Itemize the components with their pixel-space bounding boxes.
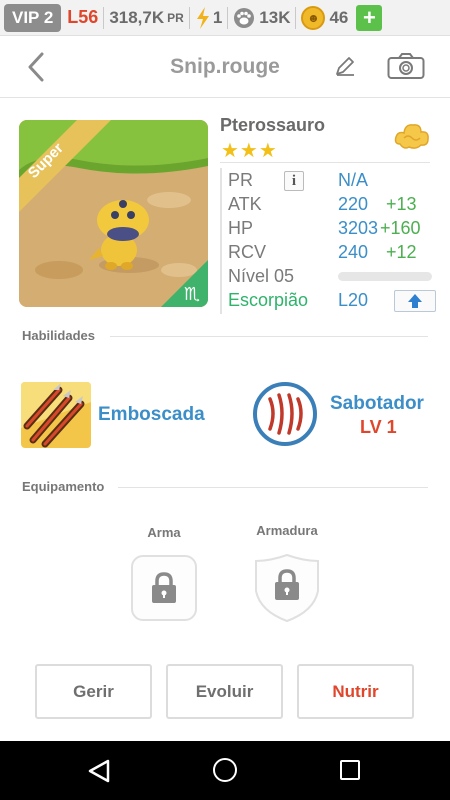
equipment-heading: Equipamento: [22, 479, 105, 494]
lock-icon: [152, 572, 176, 603]
stat-label: RCV: [228, 242, 267, 262]
stat-row-rcv: RCV 240 +12: [228, 242, 434, 266]
claw-ability-icon[interactable]: [252, 381, 318, 447]
star-rating: ★★★: [221, 140, 278, 162]
creature-portrait[interactable]: Super ♏: [19, 120, 208, 307]
pencil-icon[interactable]: [334, 55, 356, 77]
zodiac-badge-icon: ♏: [184, 284, 200, 305]
stat-bonus: +160: [380, 218, 421, 238]
level-row: Nível 05: [228, 266, 434, 290]
cloud-element-icon[interactable]: [394, 120, 430, 154]
nav-home-icon[interactable]: [213, 758, 237, 782]
paw-value: 13K: [259, 7, 291, 27]
nav-recents-icon[interactable]: [340, 760, 360, 780]
page-header: Snip.rouge: [0, 36, 450, 98]
vip-badge[interactable]: VIP 2: [4, 3, 62, 32]
player-level: L56: [67, 7, 99, 27]
stat-bonus: +12: [386, 242, 417, 262]
paw-counter[interactable]: 13K: [233, 7, 290, 29]
divider: [110, 336, 428, 337]
energy-value: 1: [212, 7, 223, 27]
armor-slot[interactable]: [254, 553, 320, 623]
zodiac-label: Escorpião: [228, 290, 309, 310]
stat-row-pr: PR i N/A: [228, 170, 434, 194]
add-currency-button[interactable]: +: [356, 4, 383, 31]
divider: [103, 6, 105, 29]
power-rating-value: 318,7K: [109, 7, 165, 27]
status-bar: VIP 2 L56 318,7K PR 1 13K ☻ 46 +: [0, 0, 450, 36]
stat-value: 220: [338, 194, 369, 214]
system-nav-bar: [0, 741, 450, 800]
weapon-slot[interactable]: [131, 555, 197, 621]
zodiac-level: L20: [338, 290, 369, 310]
level-label: Nível 05: [228, 266, 295, 286]
ability-name[interactable]: Emboscada: [98, 404, 205, 426]
level-progress-bar: [338, 272, 432, 281]
divider: [227, 6, 229, 29]
divider: [188, 6, 190, 29]
camera-icon[interactable]: [387, 52, 425, 80]
nav-back-icon[interactable]: [86, 758, 112, 784]
paw-icon: [234, 7, 255, 28]
stat-value: 240: [338, 242, 369, 262]
abilities-heading: Habilidades: [22, 328, 95, 343]
zodiac-row: Escorpião L20: [228, 290, 436, 314]
stat-row-atk: ATK 220 +13: [228, 194, 434, 218]
feed-button[interactable]: Nutrir: [297, 664, 414, 719]
armor-label: Armadura: [256, 523, 318, 538]
stat-label: ATK: [228, 194, 262, 214]
energy-counter[interactable]: 1: [195, 6, 223, 29]
page-title: Snip.rouge: [170, 55, 280, 78]
divider: [295, 6, 297, 29]
divider: [220, 162, 430, 163]
stat-label: PR: [228, 170, 254, 190]
coin-icon: ☻: [301, 5, 326, 30]
coin-value: 46: [329, 7, 349, 27]
creature-name: Pterossauro: [220, 115, 326, 135]
ability-name[interactable]: Sabotador: [330, 393, 424, 415]
info-icon[interactable]: i: [284, 171, 304, 191]
ability-level: LV 1: [360, 417, 397, 437]
stat-value: N/A: [338, 170, 369, 190]
evolve-button[interactable]: Evoluir: [166, 664, 283, 719]
lightning-icon: [196, 6, 209, 29]
weapon-label: Arma: [147, 525, 181, 540]
coin-counter[interactable]: ☻ 46: [301, 5, 349, 30]
divider: [118, 487, 428, 488]
stat-label: HP: [228, 218, 254, 238]
stat-bonus: +13: [386, 194, 417, 214]
stat-value: 3203: [338, 218, 379, 238]
up-arrow-icon: [408, 294, 422, 308]
ambush-ability-icon[interactable]: [21, 382, 91, 448]
power-rating-unit: PR: [167, 10, 184, 25]
stats-panel: PR i N/A ATK 220 +13 HP 3203 +160 RCV 24…: [220, 168, 436, 314]
stat-row-hp: HP 3203 +160: [228, 218, 434, 242]
upgrade-zodiac-button[interactable]: [394, 290, 436, 312]
manage-button[interactable]: Gerir: [35, 664, 152, 719]
